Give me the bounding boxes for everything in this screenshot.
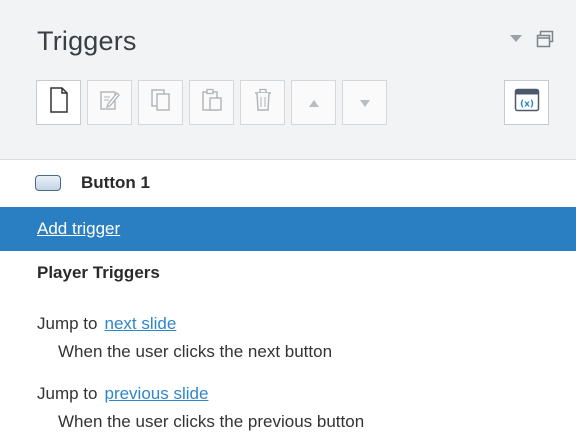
manage-variables-button[interactable]: (x): [504, 80, 549, 125]
trigger-action: Jump to: [37, 314, 98, 333]
move-up-button[interactable]: [291, 80, 336, 125]
variables-x-icon: (x): [514, 88, 540, 117]
object-row-button-1[interactable]: Button 1: [0, 161, 576, 205]
triggers-panel-header: Triggers (x): [0, 0, 576, 160]
paste-icon: [201, 88, 223, 117]
copy-icon: [150, 88, 172, 117]
trigger-item-next[interactable]: Jump to next slide: [37, 314, 176, 334]
new-page-icon: [49, 87, 69, 118]
add-trigger-link[interactable]: Add trigger: [37, 219, 120, 239]
trigger-action: Jump to: [37, 384, 98, 403]
trigger-target-link[interactable]: previous slide: [104, 384, 208, 403]
dropdown-arrow-icon[interactable]: [510, 35, 522, 43]
panel-title: Triggers: [37, 26, 137, 56]
object-name: Button 1: [81, 173, 150, 192]
edit-pencil-icon: [99, 89, 121, 116]
header-controls: [510, 30, 554, 48]
new-trigger-button[interactable]: [36, 80, 81, 125]
button-shape-icon: [35, 175, 61, 191]
trigger-target-link[interactable]: next slide: [104, 314, 176, 333]
arrow-down-icon: [359, 94, 370, 112]
copy-trigger-button[interactable]: [138, 80, 183, 125]
triggers-toolbar: [36, 80, 387, 125]
svg-text:(x): (x): [519, 100, 533, 110]
add-trigger-row[interactable]: Add trigger: [0, 207, 576, 251]
trash-icon: [253, 88, 273, 117]
player-triggers-title: Player Triggers: [37, 263, 160, 282]
restore-window-icon[interactable]: [536, 30, 554, 48]
edit-trigger-button[interactable]: [87, 80, 132, 125]
paste-trigger-button[interactable]: [189, 80, 234, 125]
trigger-item-previous[interactable]: Jump to previous slide: [37, 384, 208, 404]
trigger-condition: When the user clicks the next button: [58, 342, 333, 361]
delete-trigger-button[interactable]: [240, 80, 285, 125]
arrow-up-icon: [308, 94, 319, 112]
move-down-button[interactable]: [342, 80, 387, 125]
trigger-condition: When the user clicks the previous button: [58, 412, 365, 431]
